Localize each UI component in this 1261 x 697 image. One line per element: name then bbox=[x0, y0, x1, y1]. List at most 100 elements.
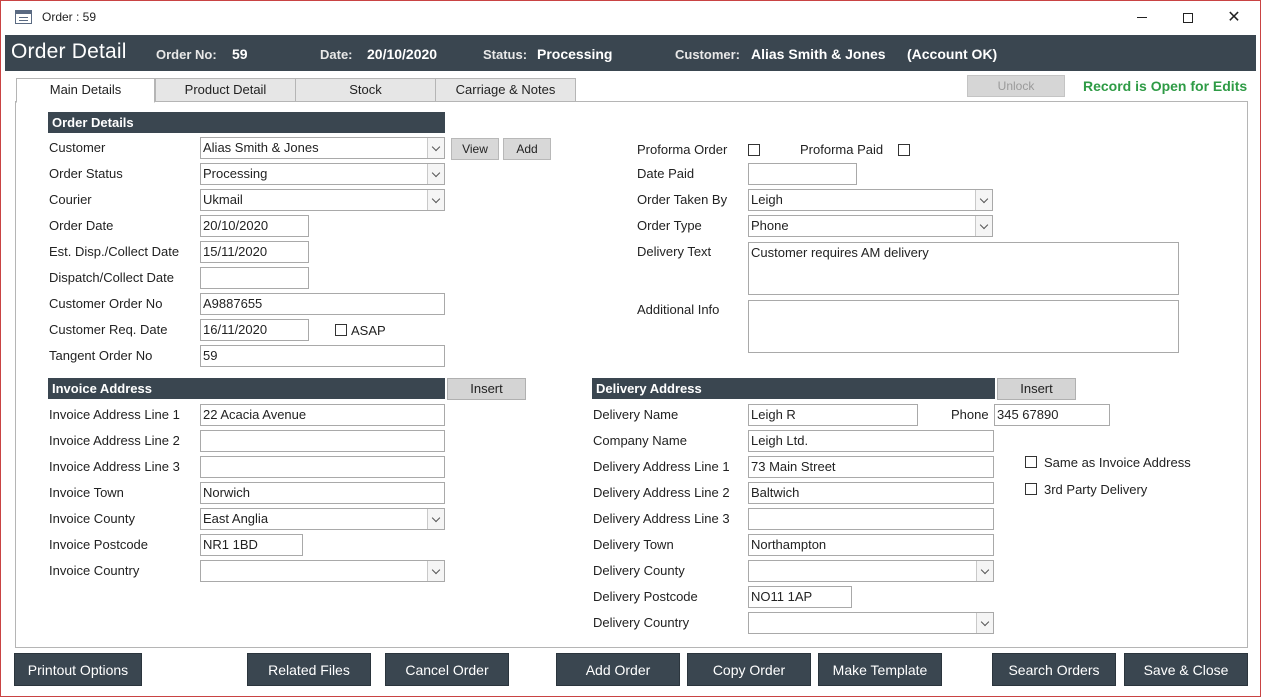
invoice-line3-field[interactable] bbox=[200, 456, 445, 478]
maximize-icon bbox=[1183, 12, 1193, 23]
status-value: Processing bbox=[537, 46, 613, 62]
chevron-down-icon[interactable] bbox=[975, 216, 992, 236]
insert-delivery-address-button[interactable]: Insert bbox=[997, 378, 1076, 400]
delivery-line3-label: Delivery Address Line 3 bbox=[593, 511, 730, 526]
chevron-down-icon[interactable] bbox=[975, 190, 992, 210]
phone-label: Phone bbox=[951, 407, 989, 422]
tab-stock[interactable]: Stock bbox=[295, 78, 436, 102]
invoice-county-select[interactable]: East Anglia bbox=[200, 508, 445, 530]
delivery-line1-field[interactable]: 73 Main Street bbox=[748, 456, 994, 478]
chevron-down-icon[interactable] bbox=[427, 509, 444, 529]
copy-order-button[interactable]: Copy Order bbox=[687, 653, 811, 686]
courier-label: Courier bbox=[49, 192, 92, 207]
customer-field-label: Customer bbox=[49, 140, 106, 155]
delivery-postcode-field[interactable]: NO11 1AP bbox=[748, 586, 852, 608]
chevron-down-icon[interactable] bbox=[976, 613, 993, 633]
delivery-name-label: Delivery Name bbox=[593, 407, 679, 422]
insert-invoice-address-button[interactable]: Insert bbox=[447, 378, 526, 400]
delivery-postcode-label: Delivery Postcode bbox=[593, 589, 698, 604]
delivery-line2-field[interactable]: Baltwich bbox=[748, 482, 994, 504]
est-disp-date-field[interactable]: 15/11/2020 bbox=[200, 241, 309, 263]
order-status-label: Order Status bbox=[49, 166, 123, 181]
proforma-order-checkbox[interactable] bbox=[748, 144, 760, 156]
tab-product-detail[interactable]: Product Detail bbox=[155, 78, 296, 102]
invoice-town-field[interactable]: Norwich bbox=[200, 482, 445, 504]
invoice-line1-field[interactable]: 22 Acacia Avenue bbox=[200, 404, 445, 426]
form-app-icon bbox=[15, 10, 32, 24]
chevron-down-icon[interactable] bbox=[976, 561, 993, 581]
order-status-select[interactable]: Processing bbox=[200, 163, 445, 185]
asap-label: ASAP bbox=[351, 323, 386, 338]
order-taken-by-select[interactable]: Leigh bbox=[748, 189, 993, 211]
invoice-line2-field[interactable] bbox=[200, 430, 445, 452]
invoice-postcode-label: Invoice Postcode bbox=[49, 537, 149, 552]
customer-order-no-field[interactable]: A9887655 bbox=[200, 293, 445, 315]
customer-req-date-field[interactable]: 16/11/2020 bbox=[200, 319, 309, 341]
date-paid-field[interactable] bbox=[748, 163, 857, 185]
order-status-select-value: Processing bbox=[203, 166, 268, 181]
unlock-button[interactable]: Unlock bbox=[967, 75, 1065, 97]
delivery-name-field[interactable]: Leigh R bbox=[748, 404, 918, 426]
add-customer-button[interactable]: Add bbox=[503, 138, 551, 160]
order-type-label: Order Type bbox=[637, 218, 702, 233]
delivery-address-section: Delivery Address bbox=[592, 378, 995, 399]
delivery-text-area[interactable]: Customer requires AM delivery bbox=[748, 242, 1179, 295]
window-title: Order : 59 bbox=[42, 10, 97, 24]
delivery-county-label: Delivery County bbox=[593, 563, 685, 578]
courier-select[interactable]: Ukmail bbox=[200, 189, 445, 211]
tab-main-details[interactable]: Main Details bbox=[16, 78, 155, 103]
order-date-field[interactable]: 20/10/2020 bbox=[200, 215, 309, 237]
printout-options-button[interactable]: Printout Options bbox=[14, 653, 142, 686]
tab-carriage-notes[interactable]: Carriage & Notes bbox=[435, 78, 576, 102]
chevron-down-icon[interactable] bbox=[427, 138, 444, 158]
asap-checkbox[interactable] bbox=[335, 324, 347, 336]
delivery-text-label: Delivery Text bbox=[637, 244, 712, 259]
close-icon: ✕ bbox=[1227, 8, 1241, 26]
delivery-town-field[interactable]: Northampton bbox=[748, 534, 994, 556]
proforma-order-label: Proforma Order bbox=[637, 142, 728, 157]
cancel-order-button[interactable]: Cancel Order bbox=[385, 653, 509, 686]
phone-field[interactable]: 345 67890 bbox=[994, 404, 1110, 426]
save-close-button[interactable]: Save & Close bbox=[1124, 653, 1248, 686]
customer-select[interactable]: Alias Smith & Jones bbox=[200, 137, 445, 159]
customer-order-no-label: Customer Order No bbox=[49, 296, 163, 311]
order-type-select[interactable]: Phone bbox=[748, 215, 993, 237]
order-type-value: Phone bbox=[751, 218, 789, 233]
tangent-order-no-field[interactable]: 59 bbox=[200, 345, 445, 367]
delivery-county-select[interactable] bbox=[748, 560, 994, 582]
same-as-invoice-checkbox[interactable] bbox=[1025, 456, 1037, 468]
company-name-field[interactable]: Leigh Ltd. bbox=[748, 430, 994, 452]
invoice-county-label: Invoice County bbox=[49, 511, 135, 526]
date-paid-label: Date Paid bbox=[637, 166, 695, 181]
order-taken-by-label: Order Taken By bbox=[637, 192, 728, 207]
maximize-button[interactable] bbox=[1165, 1, 1211, 34]
tangent-order-no-label: Tangent Order No bbox=[49, 348, 153, 363]
chevron-down-icon[interactable] bbox=[427, 164, 444, 184]
search-orders-button[interactable]: Search Orders bbox=[992, 653, 1116, 686]
chevron-down-icon[interactable] bbox=[427, 190, 444, 210]
make-template-button[interactable]: Make Template bbox=[818, 653, 942, 686]
invoice-postcode-field[interactable]: NR1 1BD bbox=[200, 534, 303, 556]
close-button[interactable]: ✕ bbox=[1211, 1, 1257, 34]
view-customer-button[interactable]: View bbox=[451, 138, 499, 160]
page-title: Order Detail bbox=[11, 40, 127, 63]
invoice-line1-label: Invoice Address Line 1 bbox=[49, 407, 180, 422]
third-party-delivery-checkbox[interactable] bbox=[1025, 483, 1037, 495]
invoice-country-select[interactable] bbox=[200, 560, 445, 582]
delivery-country-select[interactable] bbox=[748, 612, 994, 634]
add-order-button[interactable]: Add Order bbox=[556, 653, 680, 686]
dispatch-date-label: Dispatch/Collect Date bbox=[49, 270, 174, 285]
minimize-icon bbox=[1137, 17, 1147, 18]
minimize-button[interactable] bbox=[1119, 1, 1165, 34]
customer-req-date-label: Customer Req. Date bbox=[49, 322, 168, 337]
invoice-county-value: East Anglia bbox=[203, 511, 269, 526]
related-files-button[interactable]: Related Files bbox=[247, 653, 371, 686]
delivery-line3-field[interactable] bbox=[748, 508, 994, 530]
proforma-paid-checkbox[interactable] bbox=[898, 144, 910, 156]
same-as-invoice-label: Same as Invoice Address bbox=[1044, 455, 1191, 470]
dispatch-date-field[interactable] bbox=[200, 267, 309, 289]
chevron-down-icon[interactable] bbox=[427, 561, 444, 581]
order-details-section: Order Details bbox=[48, 112, 445, 133]
additional-info-area[interactable] bbox=[748, 300, 1179, 353]
additional-info-label: Additional Info bbox=[637, 302, 720, 317]
